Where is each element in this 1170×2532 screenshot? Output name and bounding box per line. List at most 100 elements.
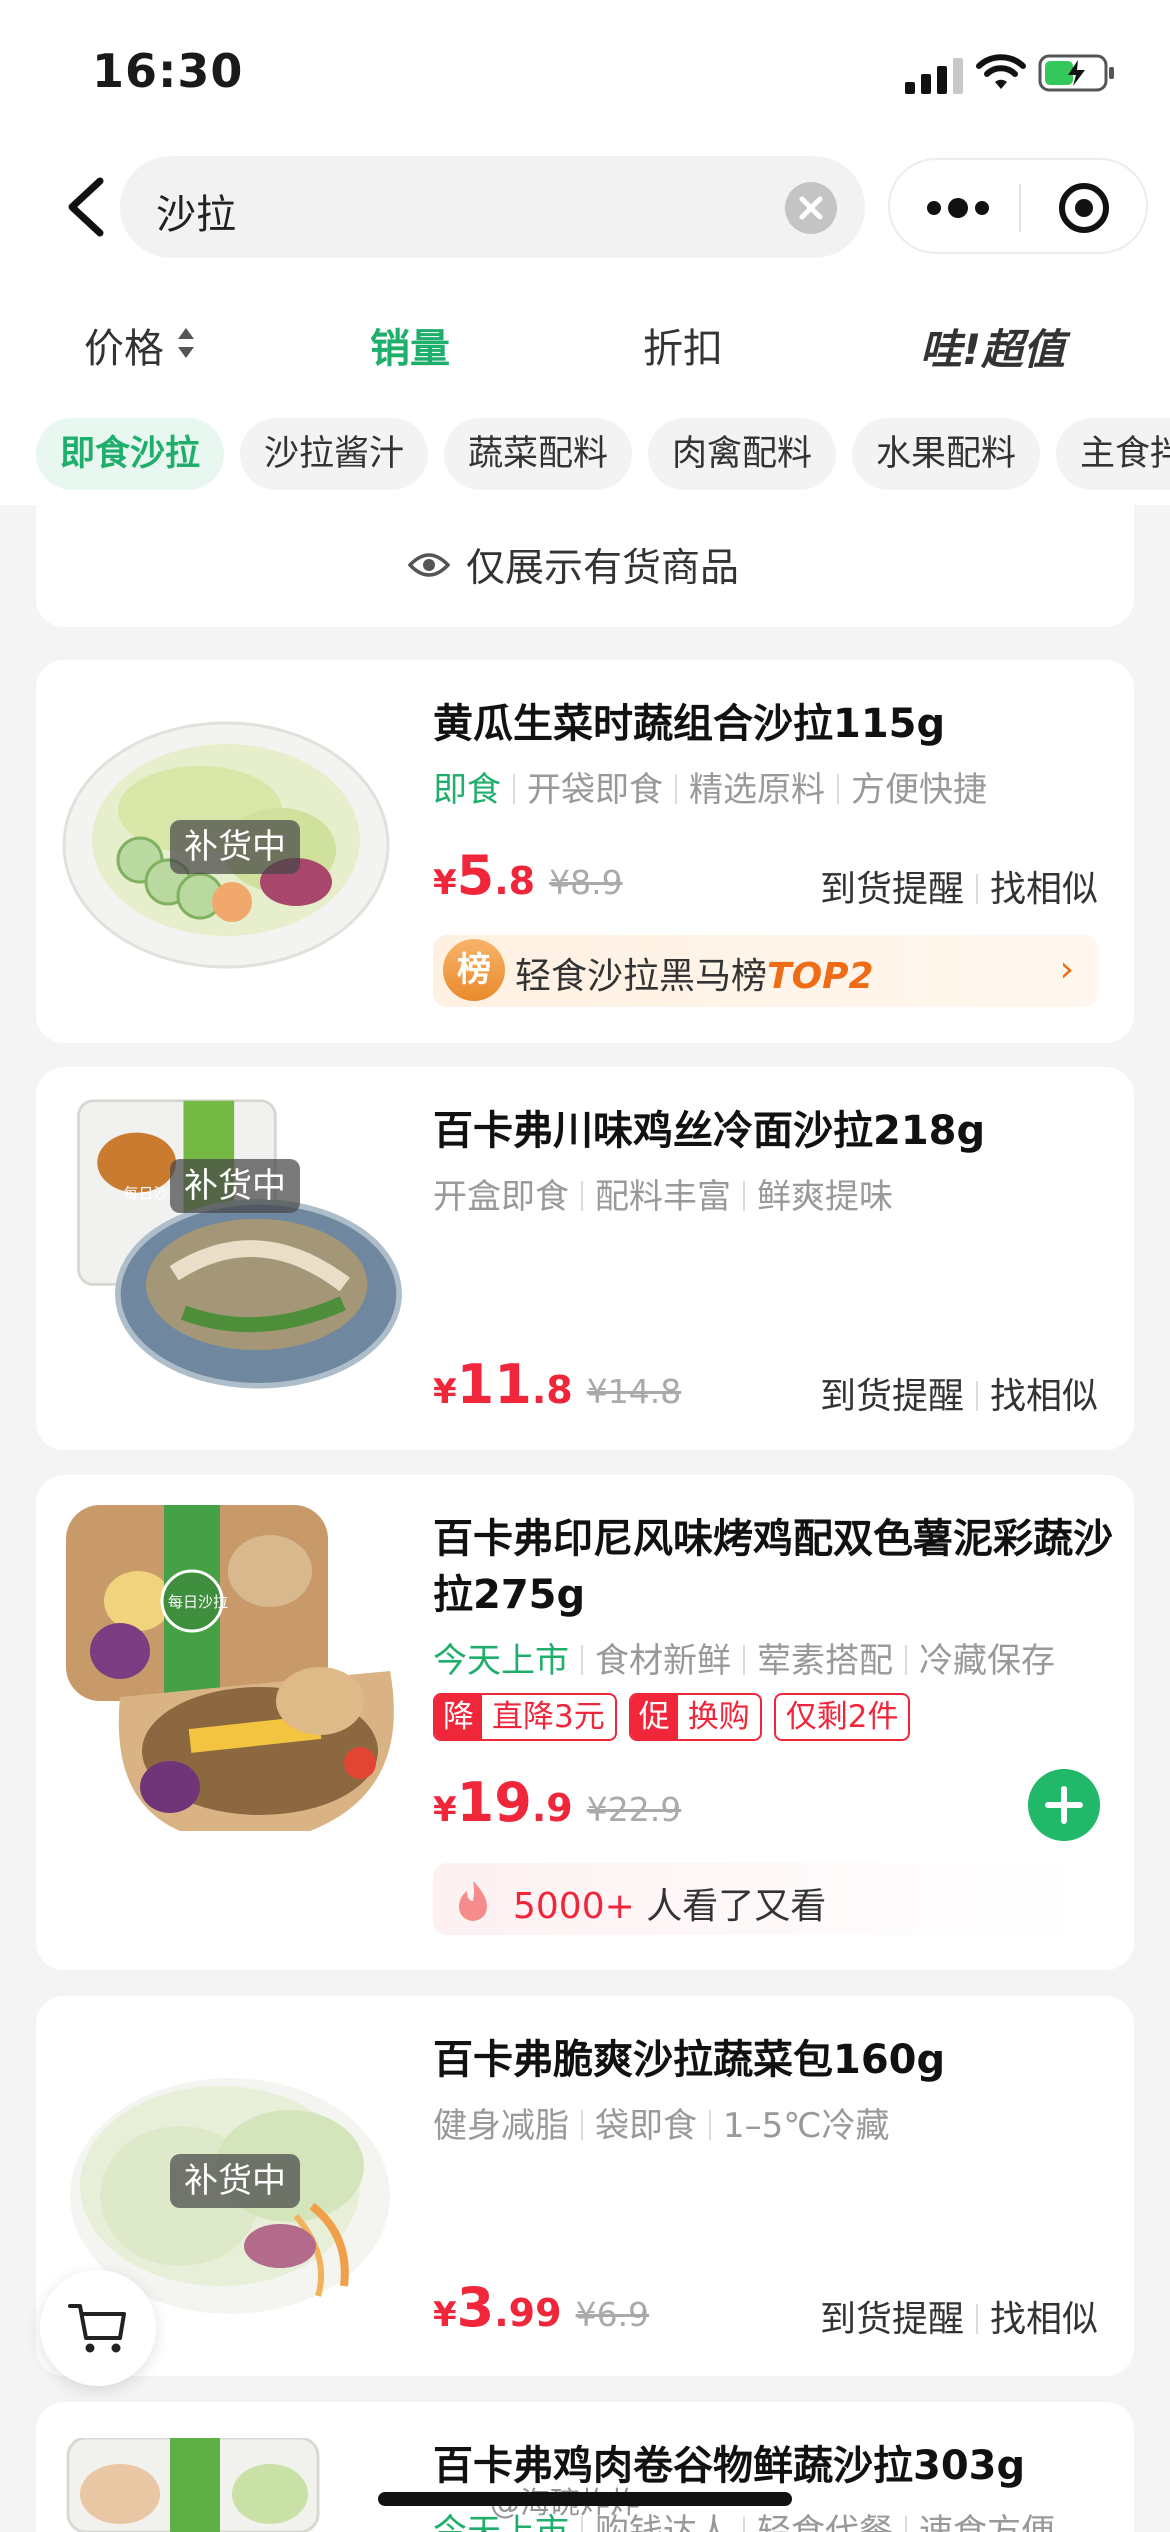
action-separator: [975, 2304, 978, 2334]
chip-ready-salad[interactable]: 即食沙拉: [36, 418, 225, 490]
product-title[interactable]: 百卡弗川味鸡丝冷面沙拉218g: [433, 1103, 1113, 1159]
product-actions: 到货提醒 找相似: [820, 1367, 1098, 1419]
tag: 冷藏保存: [919, 1641, 1055, 1681]
currency-symbol: ¥: [433, 863, 457, 903]
top-panel: 16:30 沙拉 价格 销量 折扣 哇!超值 即食沙拉 沙拉酱汁 蔬菜配料 肉禽…: [0, 0, 1170, 505]
price: ¥19.9 ¥22.9: [433, 1771, 681, 1834]
add-to-cart-icon[interactable]: [1028, 1769, 1100, 1841]
product-tags: 健身减脂 袋即食 1–5℃冷藏: [433, 2098, 889, 2147]
action-separator: [975, 874, 978, 904]
clear-search-icon[interactable]: [785, 182, 837, 234]
product-card[interactable]: 补货中 百卡弗脆爽沙拉蔬菜包160g 健身减脂 袋即食 1–5℃冷藏 ¥3.99 ¥6…: [36, 1996, 1134, 2376]
product-card[interactable]: 补货中 黄瓜生菜时蔬组合沙拉115g 即食 开袋即食 精选原料 方便快捷 ¥5.8 ¥8…: [36, 660, 1134, 1043]
cart-button[interactable]: [40, 2270, 156, 2386]
sort-price-tab[interactable]: 价格: [84, 316, 164, 374]
cart-icon: [68, 2304, 126, 2353]
chip-staple[interactable]: 主食拌: [1056, 418, 1170, 490]
search-box[interactable]: 沙拉: [120, 156, 865, 258]
original-price: ¥22.9: [586, 1790, 682, 1829]
product-title[interactable]: 黄瓜生菜时蔬组合沙拉115g: [433, 696, 1113, 752]
promo-text: 仅剩2件: [785, 1699, 899, 1735]
tag: 鲜爽提味: [757, 1177, 893, 1217]
home-indicator: [378, 2492, 792, 2506]
find-similar-button[interactable]: 找相似: [990, 2299, 1098, 2340]
tag: 速食方便: [919, 2512, 1055, 2532]
sort-sales-tab[interactable]: 销量: [370, 316, 450, 374]
sort-discount-tab[interactable]: 折扣: [643, 316, 723, 374]
tag: 食材新鲜: [595, 1641, 731, 1681]
tag-separator: [675, 774, 677, 804]
promo-text: 直降3元: [492, 1699, 605, 1735]
tag-separator: [743, 1181, 745, 1211]
currency-symbol: ¥: [433, 2295, 457, 2335]
product-card[interactable]: 每日沙拉 百卡弗印尼风味烤鸡配双色薯泥彩蔬沙拉275g 今天上市 食材新鲜 荤素搭配…: [36, 1475, 1134, 1970]
promo-text: 换购: [687, 1699, 750, 1735]
product-image[interactable]: 每日沙拉: [60, 1097, 412, 1397]
tag-separator: [905, 2516, 907, 2532]
in-stock-filter[interactable]: 仅展示有货商品: [36, 505, 1134, 627]
restock-remind-button[interactable]: 到货提醒: [820, 1376, 964, 1417]
price-integer: 19: [456, 1771, 532, 1834]
currency-symbol: ¥: [433, 1372, 457, 1412]
capsule-divider: [1019, 184, 1021, 232]
product-title[interactable]: 百卡弗脆爽沙拉蔬菜包160g: [433, 2032, 1113, 2088]
find-similar-button[interactable]: 找相似: [990, 869, 1098, 910]
rank-banner[interactable]: 榜 轻食沙拉黑马榜TOP2 ›: [433, 935, 1098, 1007]
chip-vegetables[interactable]: 蔬菜配料: [444, 418, 633, 490]
find-similar-button[interactable]: 找相似: [990, 1376, 1098, 1417]
product-image[interactable]: [60, 2438, 412, 2532]
tag: 开袋即食: [527, 770, 663, 810]
price-decimal: .9: [531, 1786, 573, 1830]
sort-wow-tab[interactable]: 哇!超值: [920, 316, 1065, 377]
chip-sauce[interactable]: 沙拉酱汁: [240, 418, 429, 490]
promo-tag: 促换购: [628, 1693, 762, 1741]
original-price: ¥14.8: [586, 1372, 682, 1411]
restock-badge: 补货中: [170, 2154, 300, 2208]
sort-toggle-icon: [178, 328, 194, 358]
viewed-label: 5000+ 人看了又看: [513, 1877, 826, 1929]
battery-icon: [1038, 54, 1114, 92]
rank-label: 轻食沙拉黑马榜TOP2: [515, 947, 874, 999]
stock-left-tag: 仅剩2件: [773, 1693, 911, 1741]
product-card[interactable]: 每日沙拉 补货中 百卡弗川味鸡丝冷面沙拉218g 开盒即食 配料丰富 鲜爽提味 ¥1…: [36, 1067, 1134, 1450]
restock-badge: 补货中: [170, 1159, 300, 1213]
restock-remind-button[interactable]: 到货提醒: [820, 2299, 964, 2340]
search-input[interactable]: 沙拉: [156, 182, 236, 240]
price: ¥11.8 ¥14.8: [433, 1353, 681, 1416]
back-icon[interactable]: [60, 175, 110, 239]
close-miniprogram-icon[interactable]: [1058, 182, 1110, 234]
product-image[interactable]: 每日沙拉: [60, 1501, 412, 1841]
tag-separator: [709, 2110, 711, 2140]
product-tags: 今天上市 食材新鲜 荤素搭配 冷藏保存: [433, 1633, 1055, 1682]
product-tags: 开盒即食 配料丰富 鲜爽提味: [433, 1169, 893, 1218]
product-title[interactable]: 百卡弗印尼风味烤鸡配双色薯泥彩蔬沙拉275g: [433, 1511, 1113, 1623]
original-price: ¥6.9: [575, 2295, 650, 2334]
tag: 开盒即食: [433, 1177, 569, 1217]
chip-fruit[interactable]: 水果配料: [852, 418, 1041, 490]
chip-meat[interactable]: 肉禽配料: [648, 418, 837, 490]
tag-separator: [581, 1645, 583, 1675]
tag-separator: [905, 1645, 907, 1675]
price: ¥5.8 ¥8.9: [433, 844, 623, 907]
status-time: 16:30: [92, 44, 244, 98]
status-bar: 16:30: [0, 0, 1170, 140]
wifi-icon: [976, 54, 1026, 89]
flame-icon: [459, 1881, 487, 1921]
tag-separator: [743, 2516, 745, 2532]
tag: 荤素搭配: [757, 1641, 893, 1681]
svg-text:每日沙拉: 每日沙拉: [168, 1593, 228, 1611]
product-actions: 到货提醒 找相似: [820, 2290, 1098, 2342]
price-decimal: .8: [531, 1368, 573, 1412]
tag: 健身减脂: [433, 2106, 569, 2146]
restock-remind-button[interactable]: 到货提醒: [820, 869, 964, 910]
product-tags: 即食 开袋即食 精选原料 方便快捷: [433, 762, 987, 811]
price-integer: 5: [456, 844, 495, 907]
action-separator: [975, 1381, 978, 1411]
promo-prefix: 降: [435, 1695, 482, 1739]
price-decimal: .8: [494, 859, 536, 903]
tag-highlight: 今天上市: [433, 1641, 569, 1681]
promo-tags: 降直降3元促换购 仅剩2件: [433, 1693, 922, 1741]
more-icon[interactable]: [925, 196, 991, 220]
chevron-right-icon: ›: [1059, 949, 1074, 990]
viewed-count: 5000+: [513, 1886, 635, 1927]
